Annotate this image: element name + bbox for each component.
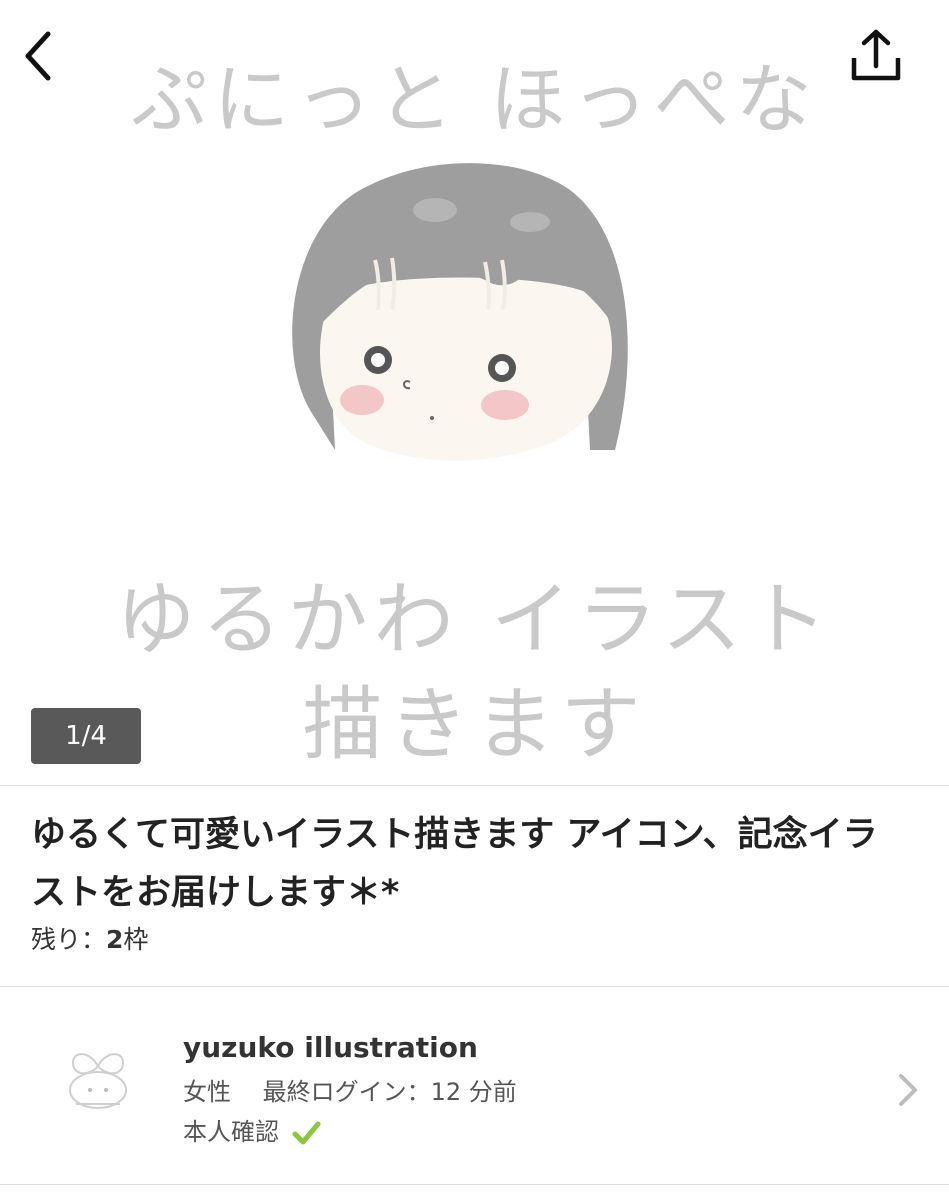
girl-illustration	[292, 163, 628, 461]
seller-name: yuzuko illustration	[183, 1031, 478, 1064]
chevron-left-icon	[25, 31, 51, 81]
identity-verified: 本人確認	[183, 1112, 321, 1147]
hero-subtitle-line1: ゆるかわ イラスト	[115, 573, 834, 666]
verified-label: 本人確認	[183, 1118, 279, 1146]
seller-meta: 女性 最終ログイン：12 分前	[183, 1078, 517, 1106]
remaining-unit: 枠	[123, 925, 149, 954]
remaining-label: 残り：	[31, 925, 107, 954]
share-button[interactable]	[842, 26, 902, 86]
divider	[0, 785, 949, 786]
check-icon	[292, 1121, 321, 1145]
image-counter-badge: 1/4	[31, 708, 141, 764]
chevron-right-icon	[899, 1074, 917, 1106]
remaining-slots: 残り：2枠	[31, 920, 148, 956]
seller-profile-row[interactable]: yuzuko illustration 女性 最終ログイン：12 分前 本人確認	[0, 988, 949, 1184]
divider	[0, 1184, 949, 1185]
share-icon	[851, 29, 901, 81]
hero-title-text: ぷにっと ほっぺな	[131, 55, 818, 144]
product-image-carousel[interactable]: ぷにっと ほっぺな ゆるかわ イラスト 描きます 1/4	[0, 0, 949, 785]
back-button[interactable]	[8, 26, 68, 86]
hero-subtitle-line2: 描きます	[302, 678, 647, 771]
remaining-value: 2	[106, 925, 124, 954]
avatar	[69, 1053, 127, 1109]
divider	[0, 986, 949, 987]
listing-title: ゆるくて可愛いイラスト描きます アイコン、記念イラストをお届けします＊*	[31, 815, 878, 913]
